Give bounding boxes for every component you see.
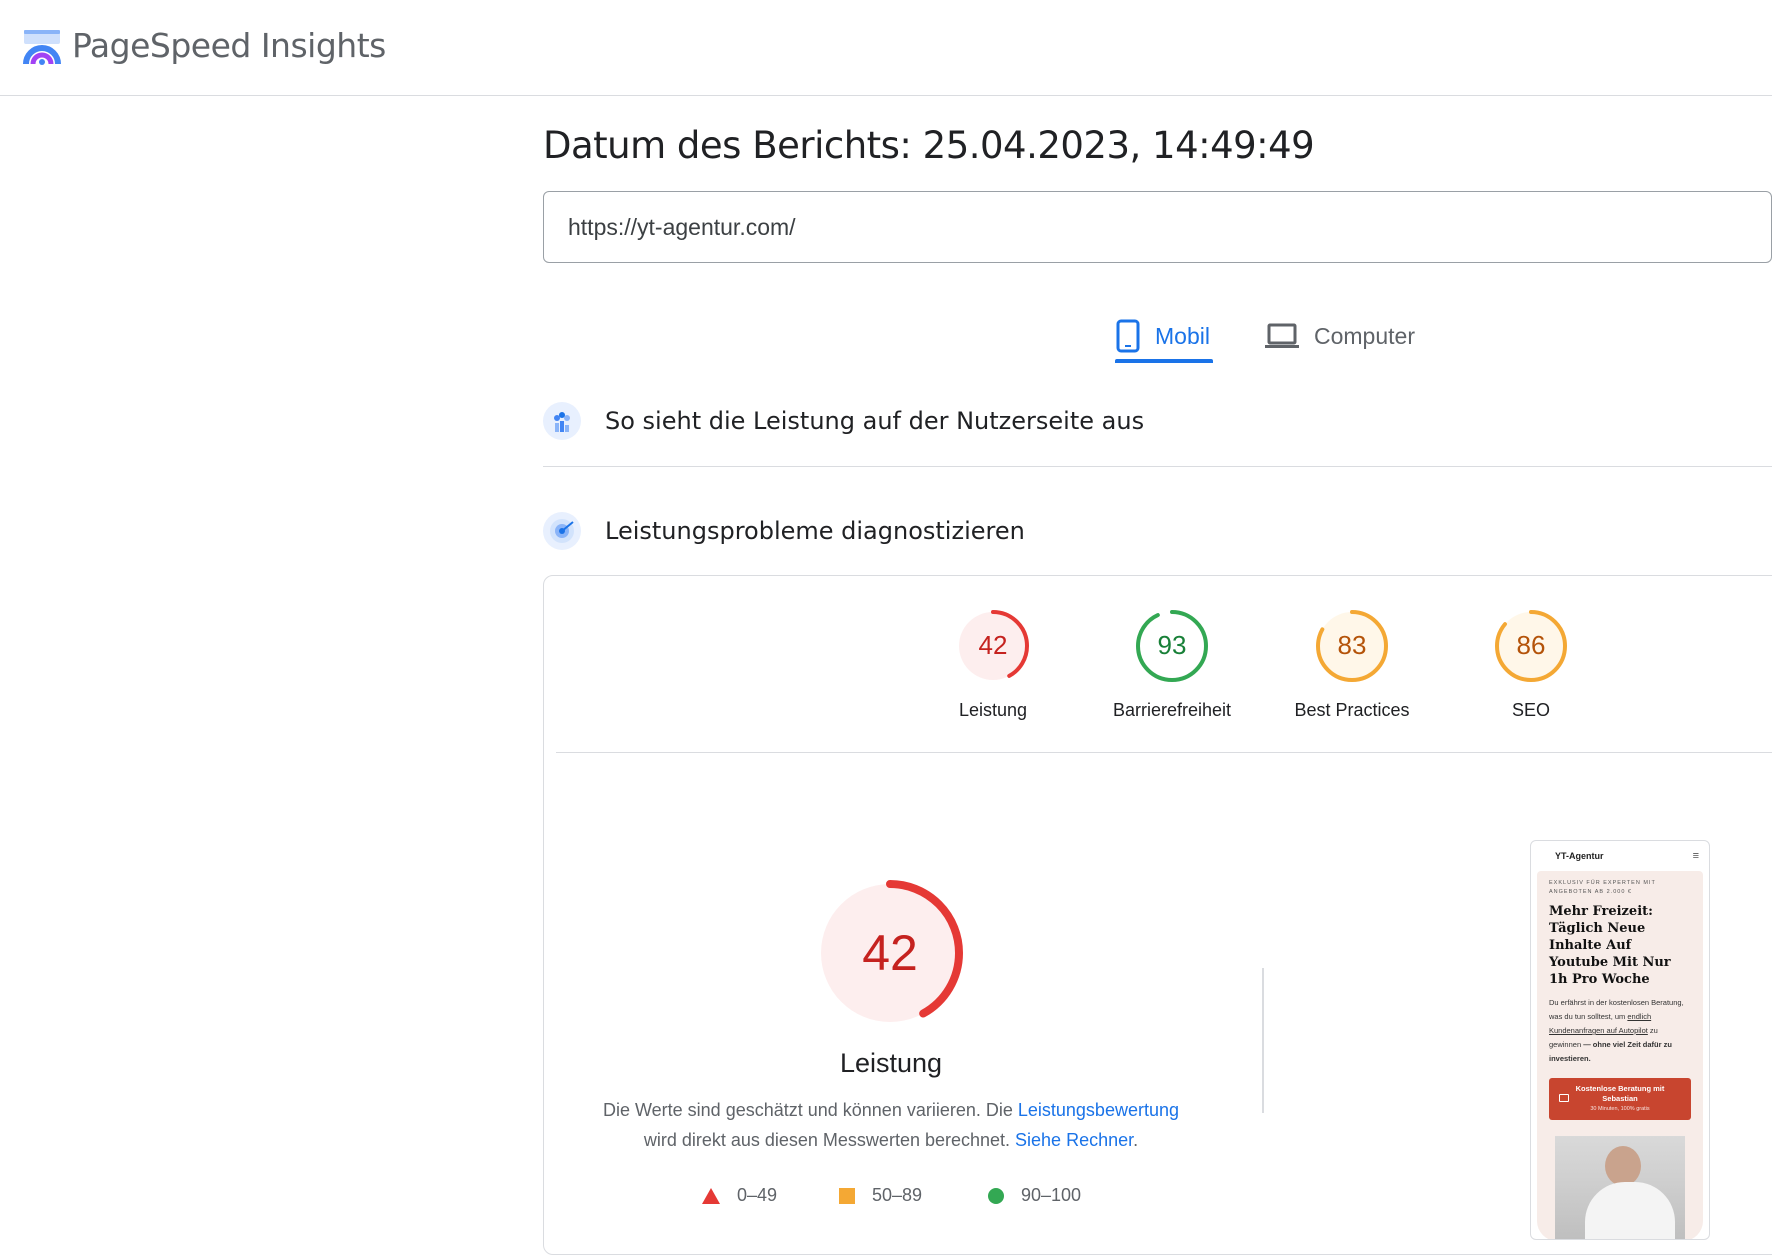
section-diagnose-title: Leistungsprobleme diagnostizieren xyxy=(605,517,1025,545)
section-diagnose[interactable]: Leistungsprobleme diagnostizieren xyxy=(543,503,1772,559)
performance-score-link[interactable]: Leistungsbewertung xyxy=(1018,1100,1179,1120)
score-gauge-accessibility[interactable]: 93 Barrierefreiheit xyxy=(1097,608,1247,721)
preview-header: YT-Agentur ≡ xyxy=(1531,841,1709,871)
performance-title: Leistung xyxy=(839,1048,943,1078)
calculator-link[interactable]: Siehe Rechner xyxy=(1015,1130,1133,1150)
score-gauge-best-practices[interactable]: 83 Best Practices xyxy=(1277,608,1427,721)
score-value: 93 xyxy=(1158,630,1187,660)
legend-average-range: 50–89 xyxy=(872,1185,923,1205)
green-circle-icon xyxy=(988,1187,1004,1204)
card-divider xyxy=(556,752,1772,753)
desc-text-1: Die Werte sind geschätzt und können vari… xyxy=(602,1100,1018,1120)
hamburger-menu-icon: ≡ xyxy=(1692,850,1699,862)
legend-pass-range: 90–100 xyxy=(1021,1185,1082,1205)
app-title[interactable]: PageSpeed Insights xyxy=(72,26,386,65)
desc-text-2: wird direkt aus diesen Messwerten berech… xyxy=(643,1130,1016,1150)
score-label: Best Practices xyxy=(1294,700,1410,720)
performance-gauge: 42 xyxy=(817,880,963,1026)
person-figure xyxy=(1605,1146,1641,1186)
person-body xyxy=(1585,1182,1675,1239)
preview-hero: Exklusiv für Experten mit Angeboten ab 2… xyxy=(1537,871,1703,1239)
legend-item-pass: 90–100 xyxy=(987,1185,1081,1206)
performance-score-value: 42 xyxy=(862,925,918,981)
legend-item-fail: 0–49 xyxy=(701,1185,777,1206)
page-preview-screenshot[interactable]: YT-Agentur ≡ Exklusiv für Experten mit A… xyxy=(1530,840,1710,1240)
orange-square-icon xyxy=(839,1187,855,1204)
tab-active-indicator xyxy=(1115,359,1213,363)
legend-item-average: 50–89 xyxy=(838,1185,922,1206)
diagnose-target-icon xyxy=(543,512,581,550)
preview-cta-label: Kostenlose Beratung mit Sebastian xyxy=(1575,1084,1665,1103)
section-field-data-title: So sieht die Leistung auf der Nutzerseit… xyxy=(605,407,1145,435)
score-gauge-seo[interactable]: 86 SEO xyxy=(1456,608,1606,721)
pagespeed-logo-icon[interactable] xyxy=(22,28,62,68)
preview-cta-sub: 30 Minuten, 100% gratis xyxy=(1590,1106,1650,1112)
url-input-value: https://yt-agentur.com/ xyxy=(568,213,796,240)
performance-description: Die Werte sind geschätzt und können vari… xyxy=(586,1095,1196,1155)
score-label: Barrierefreiheit xyxy=(1112,700,1232,720)
red-triangle-icon xyxy=(702,1187,720,1204)
desc-text-end: . xyxy=(1133,1130,1139,1150)
section-field-data[interactable]: So sieht die Leistung auf der Nutzerseit… xyxy=(543,393,1772,449)
preview-text-a: Du erfährst in der kostenlosen Beratung,… xyxy=(1549,998,1684,1021)
preview-text: Du erfährst in der kostenlosen Beratung,… xyxy=(1549,996,1691,1066)
top-bar: PageSpeed Insights xyxy=(0,0,1772,96)
users-chart-icon xyxy=(543,402,581,440)
score-label: SEO xyxy=(1511,700,1550,720)
chat-icon xyxy=(1559,1094,1569,1102)
tab-desktop-label: Computer xyxy=(1314,322,1415,349)
score-gauge-performance[interactable]: 42 Leistung xyxy=(918,608,1068,721)
laptop-icon xyxy=(1265,323,1299,348)
preview-headline: Mehr Freizeit: Täglich Neue Inhalte Auf … xyxy=(1549,904,1671,987)
preview-cta-button: Kostenlose Beratung mit Sebastian 30 Min… xyxy=(1549,1078,1691,1120)
url-input[interactable]: https://yt-agentur.com/ xyxy=(543,191,1772,263)
preview-photo xyxy=(1555,1136,1685,1239)
legend-fail-range: 0–49 xyxy=(737,1185,778,1205)
score-value: 86 xyxy=(1517,630,1546,660)
report-date: Datum des Berichts: 25.04.2023, 14:49:49 xyxy=(543,124,1315,167)
preview-eyebrow: Exklusiv für Experten mit Angeboten ab 2… xyxy=(1549,880,1656,895)
score-value: 83 xyxy=(1338,630,1367,660)
vertical-divider xyxy=(1262,968,1264,1113)
tab-mobile-label: Mobil xyxy=(1155,322,1210,349)
tab-mobile[interactable]: Mobil xyxy=(1115,306,1210,366)
tab-desktop[interactable]: Computer xyxy=(1264,306,1415,366)
score-label: Leistung xyxy=(958,700,1028,720)
section-divider xyxy=(543,466,1772,467)
smartphone-icon xyxy=(1116,319,1140,353)
preview-brand: YT-Agentur xyxy=(1555,851,1604,861)
score-value: 42 xyxy=(979,630,1008,660)
